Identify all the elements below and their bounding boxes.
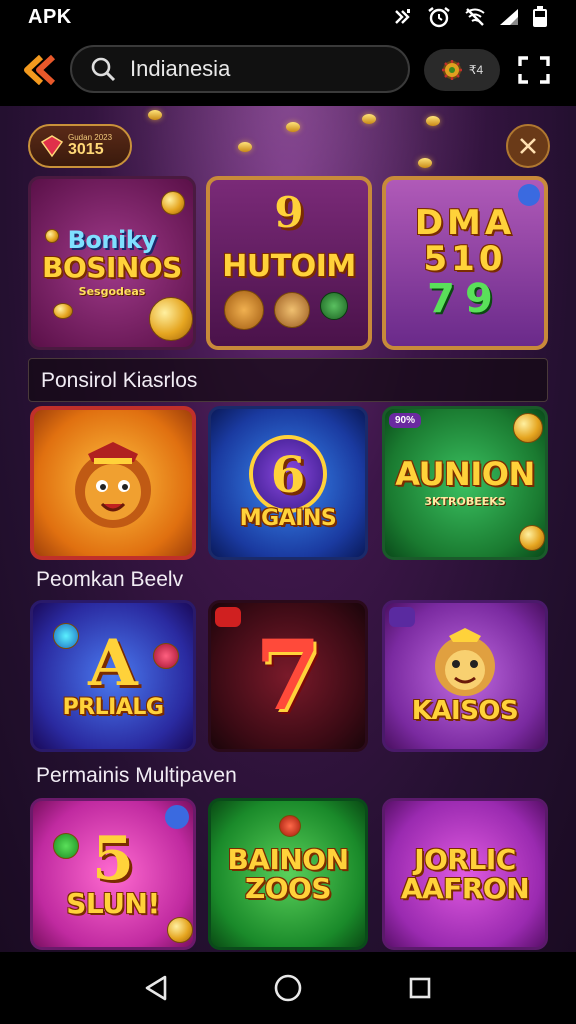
alarm-icon (428, 7, 450, 28)
floating-coin (426, 116, 440, 126)
lion-mascot-icon (435, 628, 495, 697)
close-button[interactable] (506, 124, 550, 168)
game-tile[interactable]: 5 SLUN! (30, 798, 196, 950)
coin-decoration (320, 292, 348, 320)
game-subtitle: 3KTROBEEKS (424, 494, 506, 508)
game-title: JORLIC (414, 842, 516, 876)
game-tile[interactable]: BAINON ZOOS (208, 798, 368, 950)
game-title: SLUN! (66, 887, 160, 921)
game-number: 7 (254, 619, 322, 732)
badge-value: 3015 (68, 141, 104, 158)
signal-icon (500, 9, 518, 25)
gear-coin-icon (441, 60, 462, 80)
game-subtitle: ZOOS (244, 872, 332, 905)
nav-recents-button[interactable] (400, 968, 440, 1008)
coin-decoration (167, 917, 193, 943)
lion-face-decoration (274, 292, 310, 328)
section-title: Permainis Multipaven (36, 764, 237, 787)
coin-decoration (149, 297, 193, 341)
game-tile[interactable] (30, 406, 196, 560)
wifi-off-icon (465, 8, 485, 26)
promo-badge[interactable]: Gudan 2023 3015 (28, 124, 132, 168)
gem-decoration (53, 623, 79, 649)
system-nav-bar (0, 952, 576, 1024)
home-circle-icon (274, 974, 302, 1002)
back-triangle-icon (145, 975, 167, 1001)
lion-face-decoration (224, 290, 264, 330)
close-icon (520, 138, 536, 154)
recents-square-icon (409, 977, 431, 999)
featured-game-extra: 79 (427, 275, 503, 322)
featured-game-tile[interactable]: Boniky BOSINOS Sesgodeas (28, 176, 196, 350)
fullscreen-button[interactable] (514, 54, 554, 86)
game-title: AUNION (395, 455, 535, 494)
game-tile[interactable]: 6 MGAINS (208, 406, 368, 560)
featured-game-subtitle: BOSINOS (42, 250, 182, 284)
section-header: Ponsirol Kiasrlos (28, 358, 548, 402)
search-icon (91, 57, 116, 82)
game-subtitle: AAFRON (400, 872, 530, 905)
gem-icon (40, 135, 64, 158)
coin-decoration (45, 229, 59, 243)
tag-icon (389, 607, 415, 627)
floating-coin (238, 142, 252, 152)
number-badge: 6 (249, 435, 327, 514)
coin-decoration (53, 303, 73, 319)
vibrate-icon (395, 9, 410, 24)
game-title: KAISOS (411, 696, 519, 727)
game-tile[interactable]: 7 (208, 600, 368, 752)
tag-icon (165, 805, 189, 829)
game-tile[interactable]: 90% AUNION 3KTROBEEKS (382, 406, 548, 560)
featured-game-caption: Sesgodeas (78, 285, 146, 299)
featured-game-title: HUTOIM (222, 249, 356, 285)
gem-decoration (153, 643, 179, 669)
section-title: Ponsirol Kiasrlos (41, 369, 198, 392)
discount-tag: 90% (389, 413, 422, 428)
floating-coin (286, 122, 300, 132)
featured-game-title: Boniky (67, 225, 157, 254)
gem-decoration (279, 815, 301, 837)
fullscreen-icon (518, 56, 550, 84)
game-tile[interactable]: A PRLIALG (30, 600, 196, 752)
featured-game-tile[interactable]: DMA 510 79 (382, 176, 548, 350)
app-bar: ₹4 (0, 34, 576, 106)
featured-game-tile[interactable]: 9 HUTOIM (206, 176, 372, 350)
featured-game-number: 510 (423, 239, 507, 279)
game-number: A (88, 626, 138, 702)
game-tile[interactable]: KAISOS (382, 600, 548, 752)
section-title: Peomkan Beelv (36, 568, 184, 591)
search-input[interactable] (130, 56, 370, 82)
featured-game-number: 9 (274, 188, 304, 237)
nav-home-button[interactable] (268, 968, 308, 1008)
coin-balance-pill[interactable]: ₹4 (424, 49, 500, 91)
coin-decoration (519, 525, 545, 551)
double-chevron-left-icon (24, 55, 56, 85)
battery-icon (533, 6, 547, 27)
back-button[interactable] (22, 52, 58, 88)
game-tile[interactable]: JORLIC AAFRON (382, 798, 548, 950)
game-title: MGAINS (239, 506, 337, 532)
search-bar[interactable] (70, 45, 410, 93)
floating-coin (148, 110, 162, 120)
game-title: BAINON (227, 842, 349, 876)
coin-decoration (513, 413, 543, 443)
floating-coin (362, 114, 376, 124)
game-lobby: Gudan 2023 3015 Boniky BOSINOS Sesgodeas… (0, 106, 576, 952)
game-title: PRLIALG (62, 695, 164, 721)
status-app-label: APK (28, 5, 72, 28)
floating-coin (418, 158, 432, 168)
tag-icon (518, 184, 540, 206)
coin-decoration (161, 191, 185, 215)
coin-balance-label: ₹4 (468, 63, 484, 77)
status-icons (392, 6, 548, 28)
featured-game-title: DMA (414, 203, 516, 244)
status-bar: APK (0, 0, 576, 34)
game-number: 6 (270, 444, 306, 504)
lion-mascot-icon (75, 442, 151, 528)
clover-decoration (53, 833, 79, 859)
game-number: 5 (92, 824, 134, 895)
hot-tag-icon (215, 607, 241, 627)
nav-back-button[interactable] (136, 968, 176, 1008)
